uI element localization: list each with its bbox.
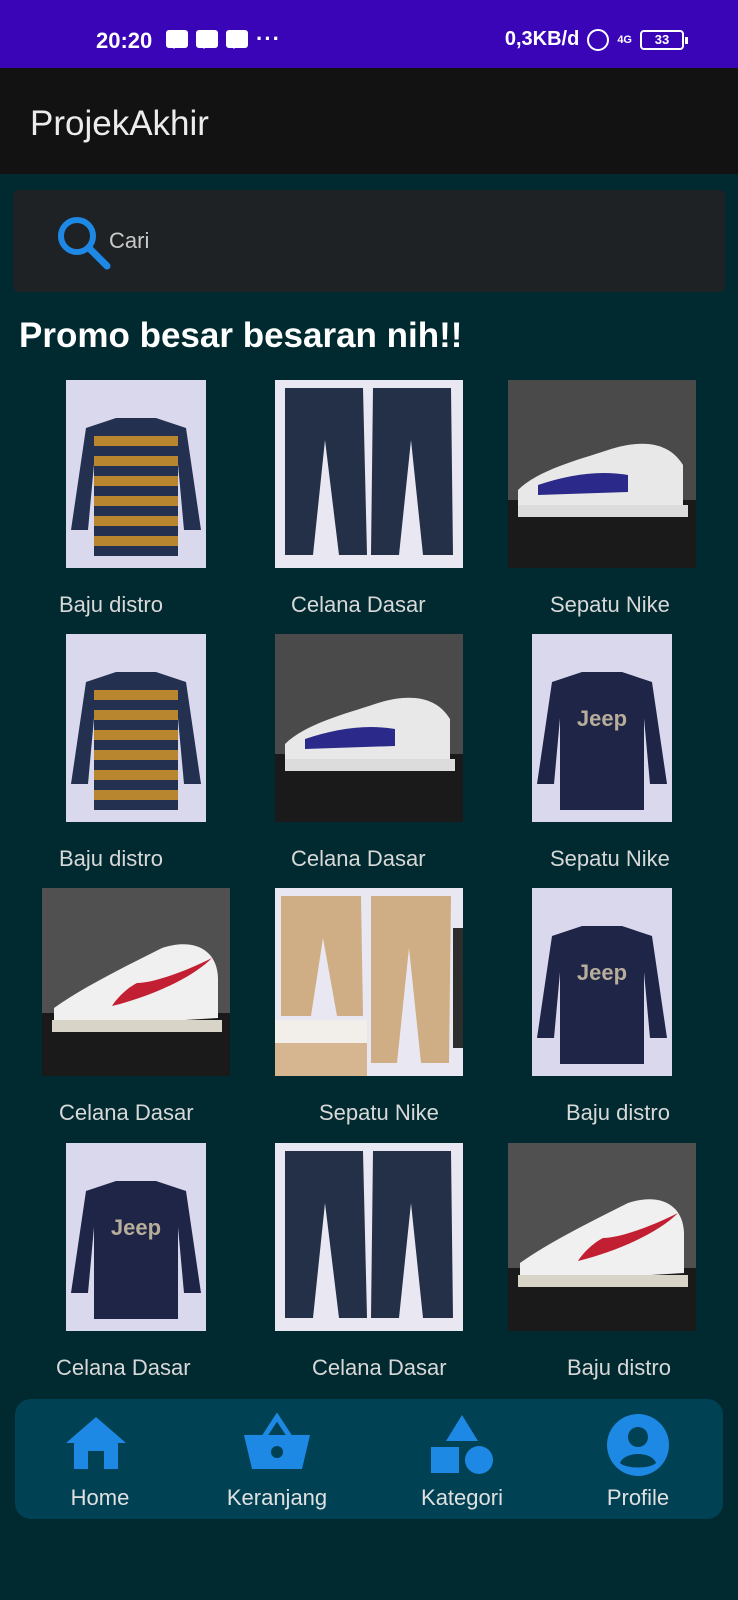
product-image-jeep-sweater[interactable]: Jeep [532, 888, 672, 1076]
search-icon [58, 217, 111, 270]
nav-kategori-label: Kategori [421, 1485, 503, 1510]
product-image-nike-sneaker-white[interactable] [508, 1143, 696, 1331]
product-image-navy-pants[interactable] [275, 1143, 463, 1331]
message-notification-icon [226, 30, 248, 49]
battery-icon: 33 [640, 29, 688, 50]
message-notification-icon [196, 30, 218, 49]
bottom-navigation: Home Keranjang Kategori Profile [15, 1399, 723, 1519]
nav-profile-label: Profile [606, 1485, 670, 1510]
notification-icons: ··· [166, 26, 281, 51]
product-name: Celana Dasar [312, 1355, 447, 1380]
nav-home-label: Home [70, 1485, 130, 1510]
svg-text:Jeep: Jeep [111, 1215, 161, 1240]
product-image-jeep-sweater[interactable]: Jeep [532, 634, 672, 822]
product-image-striped-sweater[interactable] [66, 634, 206, 822]
svg-text:Jeep: Jeep [577, 960, 627, 985]
product-name: Celana Dasar [59, 1100, 194, 1125]
status-time: 20:20 [96, 28, 153, 53]
product-image-nike-sneaker-white[interactable] [42, 888, 230, 1076]
product-name: Celana Dasar [56, 1355, 191, 1380]
nav-keranjang-label: Keranjang [226, 1485, 328, 1510]
nav-profile[interactable]: Profile [553, 1399, 723, 1519]
signal-icon: 4G [617, 33, 632, 46]
basket-icon [244, 1413, 310, 1469]
search-bar[interactable]: Cari [13, 190, 725, 292]
product-name: Baju distro [59, 592, 163, 617]
product-name: Baju distro [566, 1100, 670, 1125]
status-right: 0,3KB/d 4G 33 [504, 28, 688, 51]
product-name: Baju distro [567, 1355, 671, 1380]
more-notifications-icon: ··· [256, 26, 281, 51]
product-image-jeep-sweater[interactable]: Jeep [66, 1143, 206, 1331]
product-image-striped-sweater[interactable] [66, 380, 206, 568]
product-image-khaki-pants[interactable] [275, 888, 463, 1076]
profile-icon [607, 1414, 669, 1476]
alarm-icon [587, 28, 610, 51]
product-name: Sepatu Nike [550, 846, 670, 871]
product-name: Celana Dasar [291, 592, 426, 617]
nav-keranjang[interactable]: Keranjang [192, 1399, 362, 1519]
nav-home[interactable]: Home [15, 1399, 185, 1519]
product-name: Baju distro [59, 846, 163, 871]
product-name: Celana Dasar [291, 846, 426, 871]
status-bar: 20:20 ··· 0,3KB/d 4G 33 [0, 0, 738, 68]
nav-kategori[interactable]: Kategori [377, 1399, 547, 1519]
product-name: Sepatu Nike [319, 1100, 439, 1125]
app-bar: ProjekAkhir [0, 68, 738, 174]
product-image-sneaker-blue[interactable] [508, 380, 696, 568]
search-input[interactable]: Cari [109, 228, 149, 254]
app-title: ProjekAkhir [30, 104, 209, 143]
category-icon [431, 1415, 493, 1474]
promo-title: Promo besar besaran nih!! [19, 316, 463, 355]
chat-notification-icon [166, 30, 188, 49]
product-image-navy-pants[interactable] [275, 380, 463, 568]
product-image-sneaker-blue[interactable] [275, 634, 463, 822]
svg-text:Jeep: Jeep [577, 706, 627, 731]
product-name: Sepatu Nike [550, 592, 670, 617]
network-speed: 0,3KB/d [504, 28, 580, 50]
home-icon [66, 1417, 126, 1469]
